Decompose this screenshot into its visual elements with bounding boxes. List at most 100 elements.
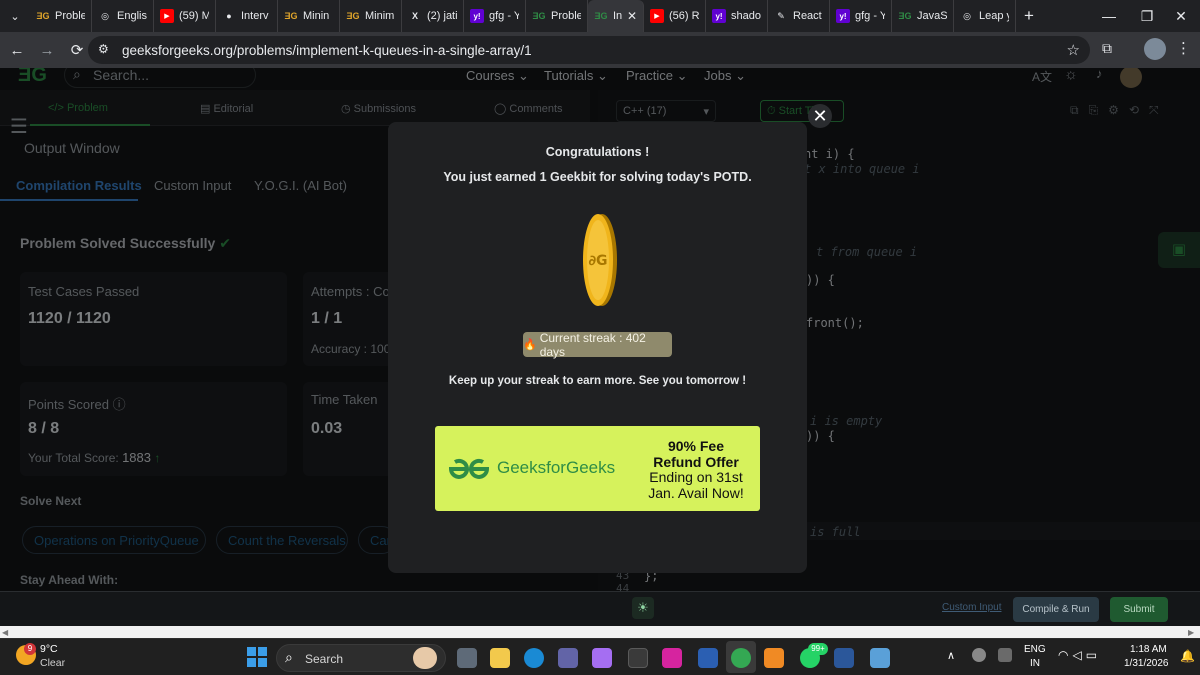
scroll-left-icon[interactable]: ◀ bbox=[2, 628, 8, 637]
app-icon[interactable] bbox=[698, 648, 718, 668]
browser-tab[interactable]: y! gfg - Y bbox=[464, 0, 526, 32]
submit-button[interactable]: Submit bbox=[1110, 597, 1168, 622]
lightbulb-icon[interactable]: ☀ bbox=[632, 597, 654, 619]
site-info-icon[interactable]: ⚙ bbox=[98, 42, 114, 58]
tray-app2-icon[interactable] bbox=[998, 648, 1012, 662]
banner-offer-bold: 90% Fee Refund Offer bbox=[653, 438, 739, 470]
bookmark-star-icon[interactable]: ☆ bbox=[1067, 41, 1080, 59]
chrome-icon[interactable] bbox=[731, 648, 751, 668]
browser-tab-label: Proble bbox=[551, 10, 581, 22]
wifi-volume-battery-icons[interactable]: ◠◁▭ bbox=[1058, 648, 1101, 662]
globe-icon: ◎ bbox=[963, 10, 971, 21]
gfg-icon: ƎG bbox=[36, 11, 50, 21]
browser-toolbar: ← → ⟳ ⚙ geeksforgeeks.org/problems/imple… bbox=[0, 32, 1200, 68]
streak-badge: 🔥 Current streak : 402 days bbox=[523, 331, 672, 359]
custom-input-link[interactable]: Custom Input bbox=[942, 602, 1001, 613]
language-top[interactable]: ENG bbox=[1024, 644, 1046, 655]
browser-tab[interactable]: ● Interv bbox=[216, 0, 278, 32]
browser-tab[interactable]: ◎ Englis bbox=[92, 0, 154, 32]
new-tab-button[interactable]: + bbox=[1016, 6, 1042, 26]
file-explorer-icon[interactable] bbox=[490, 648, 510, 668]
store-icon[interactable] bbox=[628, 648, 648, 668]
teams-icon[interactable] bbox=[558, 648, 578, 668]
window-close-button[interactable]: ✕ bbox=[1162, 0, 1200, 32]
vlc-icon[interactable] bbox=[764, 648, 784, 668]
yahoo-icon: y! bbox=[470, 9, 484, 23]
browser-tab[interactable]: ƎG In ✕ bbox=[588, 0, 644, 32]
restore-button[interactable]: ❐ bbox=[1128, 0, 1166, 32]
browser-tab-label: Leap y bbox=[979, 10, 1009, 22]
browser-tab[interactable]: ƎG Minin bbox=[278, 0, 340, 32]
gfg-icon: ƎG bbox=[532, 11, 546, 21]
browser-tab-label: Englis bbox=[117, 10, 147, 22]
instagram-icon[interactable] bbox=[662, 648, 682, 668]
browser-tab[interactable]: y! shado bbox=[706, 0, 768, 32]
copilot-icon[interactable] bbox=[592, 648, 612, 668]
editor-action-bar: ☀ Custom Input Compile & Run Submit bbox=[0, 591, 1200, 626]
gfg-icon: ƎG bbox=[346, 11, 360, 21]
browser-tab[interactable]: ▶ (56) R bbox=[644, 0, 706, 32]
search-highlight-icon bbox=[413, 647, 437, 669]
browser-tab-label: Minin bbox=[303, 10, 330, 22]
gfg-banner-logo-icon bbox=[447, 457, 491, 481]
horizontal-scrollbar[interactable]: ◀ ▶ bbox=[0, 626, 1200, 638]
browser-tab-label: Minim bbox=[365, 10, 395, 22]
windows-taskbar: 9 9°C Clear ⌕ Search 99+ ∧ ENG IN ◠◁▭ 1:… bbox=[0, 638, 1200, 675]
extensions-icon[interactable]: ⧉ bbox=[1102, 40, 1122, 60]
x-icon: X bbox=[411, 11, 418, 21]
gallery-icon[interactable] bbox=[870, 648, 890, 668]
browser-tab[interactable]: ƎG JavaSc bbox=[892, 0, 954, 32]
task-view-icon[interactable] bbox=[457, 648, 477, 668]
browser-tab-strip: ⌄ ƎG Proble ◎ Englis ▶ (59) M ● Interv ƎG Minin ƎG… bbox=[0, 0, 1200, 32]
language-bottom[interactable]: IN bbox=[1030, 658, 1040, 669]
browser-tab[interactable]: ƎG Minim bbox=[340, 0, 402, 32]
tray-app-icon[interactable] bbox=[972, 648, 986, 662]
notification-icon[interactable]: 🔔 bbox=[1180, 649, 1195, 663]
yahoo-icon: y! bbox=[836, 9, 850, 23]
browser-tab-label: gfg - Y bbox=[489, 10, 519, 22]
refund-offer-banner[interactable]: GeeksforGeeks 90% Fee Refund Offer Endin… bbox=[435, 426, 760, 511]
tab-close-icon[interactable]: ✕ bbox=[627, 9, 637, 23]
reload-icon[interactable]: ⟳ bbox=[64, 37, 90, 63]
browser-tab[interactable]: ✎ React bbox=[768, 0, 830, 32]
taskbar-search-box[interactable]: ⌕ Search bbox=[276, 644, 446, 672]
compile-run-button[interactable]: Compile & Run bbox=[1013, 597, 1099, 622]
scroll-right-icon[interactable]: ▶ bbox=[1188, 628, 1194, 637]
browser-tab-label: In bbox=[613, 10, 623, 22]
browser-tab-label: gfg - Y bbox=[855, 10, 885, 22]
banner-offer-text: Ending on 31st Jan. Avail Now! bbox=[648, 469, 744, 501]
modal-subtitle: You just earned 1 Geekbit for solving to… bbox=[443, 170, 752, 184]
clock-time[interactable]: 1:18 AM bbox=[1130, 644, 1167, 655]
browser-tab[interactable]: ▶ (59) M bbox=[154, 0, 216, 32]
taskbar-search-icon: ⌕ bbox=[285, 649, 293, 665]
forward-arrow-icon[interactable]: → bbox=[34, 37, 60, 63]
modal-close-button[interactable]: ✕ bbox=[808, 104, 832, 128]
browser-tab[interactable]: ƎG Proble bbox=[526, 0, 588, 32]
browser-tab[interactable]: ◎ Leap y bbox=[954, 0, 1016, 32]
word-icon[interactable] bbox=[834, 648, 854, 668]
profile-avatar[interactable] bbox=[1144, 38, 1166, 60]
edge-browser-icon[interactable] bbox=[524, 648, 544, 668]
browser-tab[interactable]: X (2) jati bbox=[402, 0, 464, 32]
browser-tab-label: Interv bbox=[241, 10, 269, 22]
browser-tab-label: (2) jati bbox=[427, 10, 457, 22]
address-bar[interactable]: ⚙ geeksforgeeks.org/problems/implement-k… bbox=[88, 36, 1090, 64]
browser-menu-icon[interactable]: ⋮ bbox=[1176, 39, 1191, 57]
gfg-icon: ƎG bbox=[284, 11, 298, 21]
browser-tab[interactable]: y! gfg - Y bbox=[830, 0, 892, 32]
tab-search-chevron-icon[interactable]: ⌄ bbox=[0, 0, 30, 32]
modal-title: Congratulations ! bbox=[545, 145, 650, 159]
back-arrow-icon[interactable]: ← bbox=[4, 37, 30, 63]
youtube-icon: ▶ bbox=[160, 9, 174, 23]
address-url: geeksforgeeks.org/problems/implement-k-q… bbox=[122, 42, 532, 58]
fire-icon: 🔥 bbox=[523, 339, 537, 351]
tray-overflow-icon[interactable]: ∧ bbox=[947, 649, 955, 662]
browser-tab[interactable]: ƎG Proble bbox=[30, 0, 92, 32]
weather-desc[interactable]: Clear bbox=[40, 657, 65, 669]
minimize-button[interactable]: — bbox=[1090, 0, 1128, 32]
clock-date[interactable]: 1/31/2026 bbox=[1124, 658, 1169, 669]
weather-temp[interactable]: 9°C bbox=[40, 643, 58, 655]
yahoo-icon: y! bbox=[712, 9, 726, 23]
windows-start-icon[interactable] bbox=[247, 647, 267, 667]
svg-text:∂G: ∂G bbox=[588, 253, 607, 269]
